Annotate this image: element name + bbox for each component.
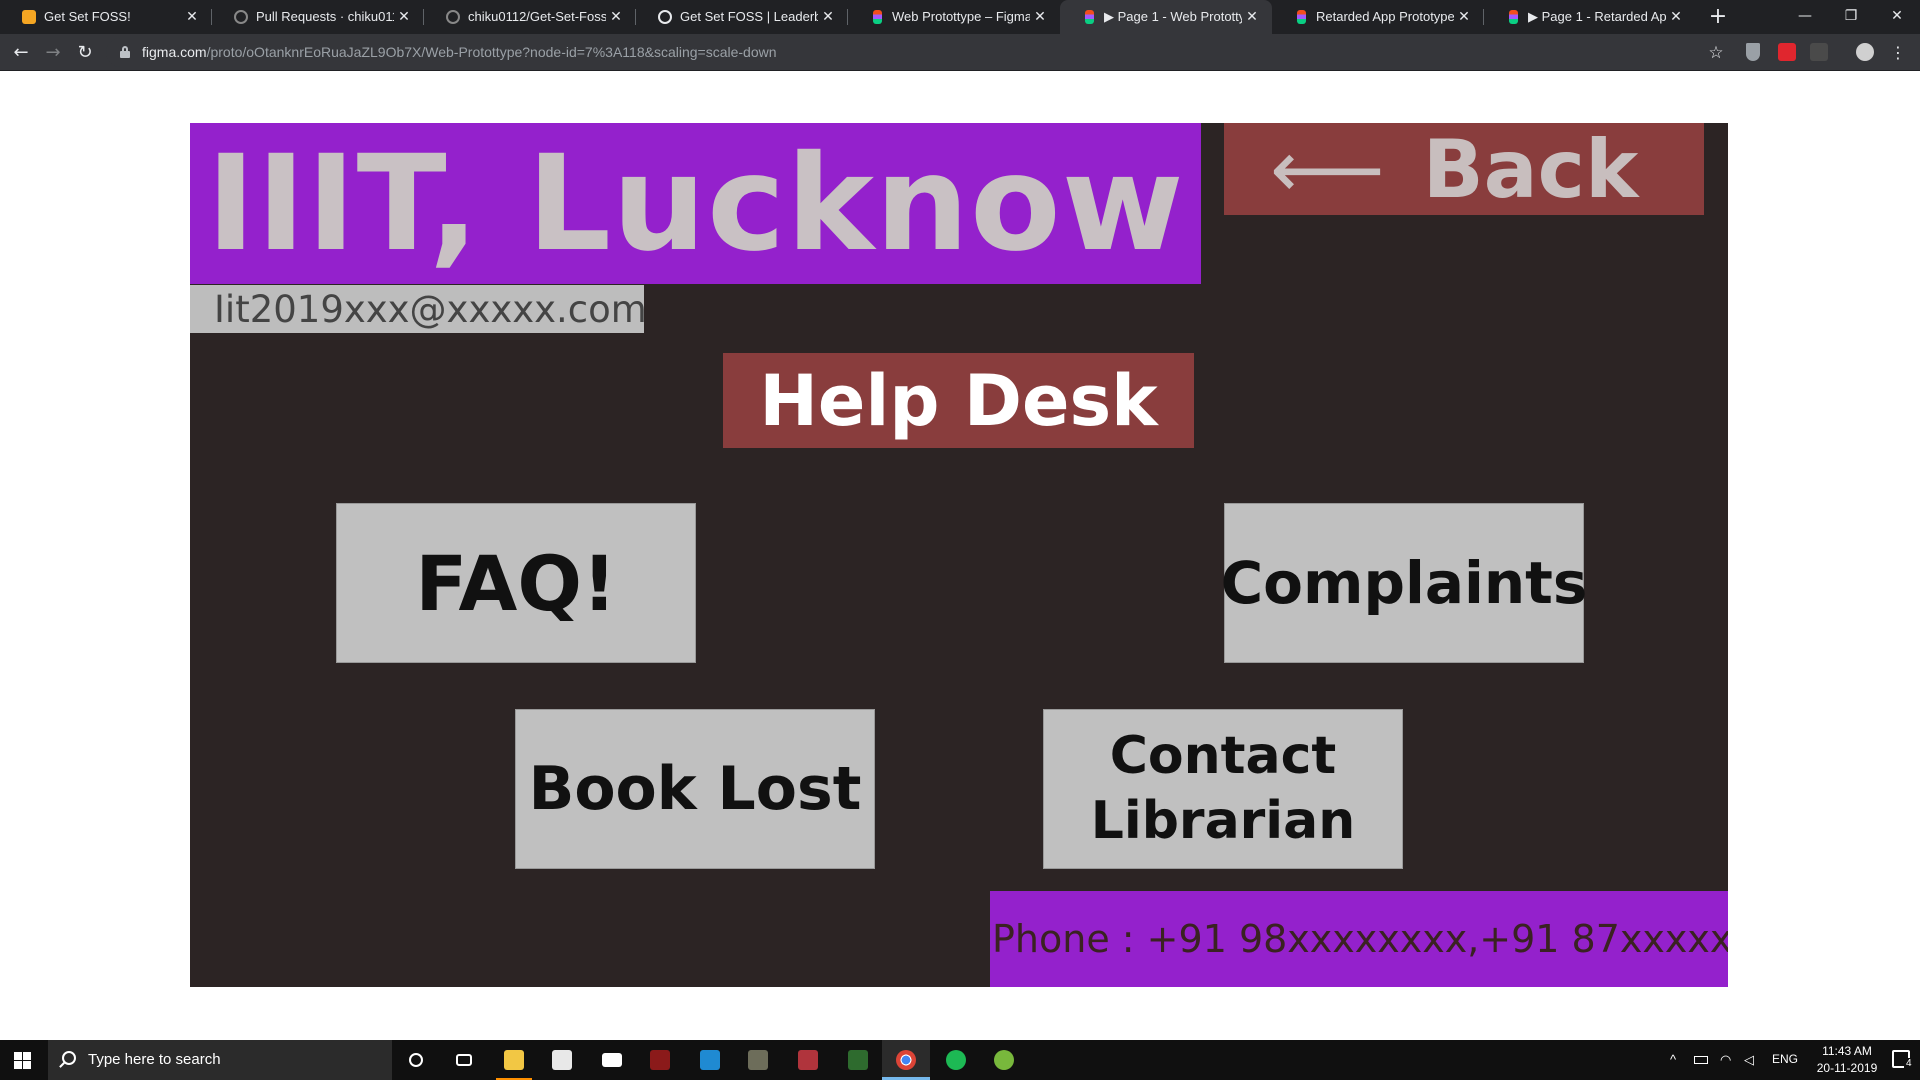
github-icon — [234, 10, 248, 24]
tab-title: Retarded App Prototype – F — [1316, 10, 1454, 24]
app-icon[interactable] — [784, 1040, 832, 1080]
app-icon[interactable] — [636, 1040, 684, 1080]
browser-tab-strip: Get Set FOSS! ✕ Pull Requests · chiku011… — [0, 0, 1920, 34]
browser-tab[interactable]: Get Set FOSS | Leaderboard ✕ — [636, 0, 848, 34]
user-email: Iit2019xxx@xxxxx.com — [190, 285, 647, 333]
utorrent-icon[interactable] — [980, 1040, 1028, 1080]
browser-tab-active[interactable]: ▶ Page 1 - Web Protottype ✕ — [1060, 0, 1272, 34]
windows-start-icon[interactable] — [14, 1052, 31, 1069]
file-explorer-icon[interactable] — [490, 1040, 538, 1080]
task-view-icon[interactable] — [440, 1040, 488, 1080]
phone-contact: Phone : +91 98xxxxxxxx,+91 87xxxxxxxx — [990, 891, 1728, 987]
bookmark-star-icon[interactable]: ☆ — [1704, 41, 1728, 65]
notification-count: 4 — [1904, 1058, 1914, 1069]
forward-nav-icon[interactable]: → — [41, 41, 65, 65]
chrome-icon[interactable] — [882, 1040, 930, 1080]
store-icon[interactable] — [538, 1040, 586, 1080]
tab-close-icon[interactable]: ✕ — [396, 8, 412, 24]
windows-taskbar: Type here to search ^ ◠ ◁ ENG 11:43 AM 2… — [0, 1040, 1920, 1080]
browser-tab[interactable]: chiku0112/Get-Set-Foss_De ✕ — [424, 0, 636, 34]
tab-title: Get Set FOSS | Leaderboard — [680, 10, 818, 24]
vscode-icon[interactable] — [686, 1040, 734, 1080]
tab-close-icon[interactable]: ✕ — [1244, 8, 1260, 24]
back-button[interactable]: ⟵ Back — [1224, 123, 1704, 216]
browser-tab[interactable]: Pull Requests · chiku0112/G ✕ — [212, 0, 424, 34]
contact-label-line1: Contact — [1109, 726, 1337, 786]
tab-close-icon[interactable]: ✕ — [1668, 8, 1684, 24]
figma-icon — [1509, 10, 1518, 24]
tab-close-icon[interactable]: ✕ — [184, 8, 200, 24]
profile-avatar[interactable] — [1856, 43, 1874, 61]
contact-librarian-button[interactable]: Contact Librarian — [1043, 709, 1403, 869]
get-set-foss-favicon-icon — [22, 10, 36, 24]
window-close-button[interactable]: ✕ — [1882, 4, 1912, 28]
taskbar-search-input[interactable]: Type here to search — [48, 1040, 392, 1080]
back-arrow-icon: ⟵ — [1270, 123, 1385, 216]
chrome-menu-icon[interactable]: ⋮ — [1886, 41, 1910, 65]
wifi-icon[interactable]: ◠ — [1720, 1052, 1731, 1068]
language-indicator[interactable]: ENG — [1772, 1052, 1798, 1066]
section-heading: Help Desk — [723, 353, 1194, 448]
system-tray: ^ ◠ ◁ ENG 11:43 AM 20-11-2019 4 — [1660, 1040, 1920, 1080]
youtube-extension-icon[interactable] — [1778, 43, 1796, 61]
minimize-button[interactable]: — — [1790, 4, 1820, 28]
cortana-icon[interactable] — [392, 1040, 440, 1080]
browser-toolbar: ← → ↻ figma.com/proto/oOtanknrEoRuaJaZL9… — [0, 34, 1920, 71]
tab-title: Pull Requests · chiku0112/G — [256, 10, 394, 24]
clock-date: 20-11-2019 — [1816, 1061, 1878, 1075]
back-nav-icon[interactable]: ← — [9, 41, 33, 65]
url-host: figma.com — [142, 44, 207, 60]
page-title: IIIT, Lucknow — [190, 123, 1201, 284]
back-label: Back — [1422, 123, 1639, 216]
globe-icon — [658, 10, 672, 24]
figma-icon — [1085, 10, 1094, 24]
prototype-frame: IIIT, Lucknow ⟵ Back Iit2019xxx@xxxxx.co… — [190, 123, 1728, 987]
tab-title: ▶ Page 1 - Retarded App P — [1528, 10, 1666, 24]
mail-icon[interactable] — [588, 1040, 636, 1080]
search-placeholder: Type here to search — [88, 1051, 221, 1068]
url-text[interactable]: figma.com/proto/oOtanknrEoRuaJaZL9Ob7X/W… — [142, 44, 777, 60]
tab-close-icon[interactable]: ✕ — [1456, 8, 1472, 24]
clock[interactable]: 11:43 AM 20-11-2019 — [1812, 1043, 1882, 1077]
extension-icon[interactable] — [1810, 43, 1828, 61]
github-icon — [446, 10, 460, 24]
browser-tab[interactable]: ▶ Page 1 - Retarded App P ✕ — [1484, 0, 1696, 34]
volume-icon[interactable]: ◁ — [1744, 1052, 1754, 1068]
spotify-icon[interactable] — [932, 1040, 980, 1080]
restore-button[interactable]: ❐ — [1836, 4, 1866, 28]
faq-button[interactable]: FAQ! — [336, 503, 696, 663]
book-lost-button[interactable]: Book Lost — [515, 709, 875, 869]
app-icon[interactable] — [834, 1040, 882, 1080]
battery-icon[interactable] — [1694, 1056, 1708, 1064]
tab-title: Get Set FOSS! — [44, 10, 131, 24]
contact-label-line2: Librarian — [1090, 791, 1356, 851]
browser-tab[interactable]: Get Set FOSS! ✕ — [0, 0, 212, 34]
shield-extension-icon[interactable] — [1746, 43, 1760, 61]
browser-tab[interactable]: Web Protottype – Figma ✕ — [848, 0, 1060, 34]
tab-close-icon[interactable]: ✕ — [820, 8, 836, 24]
tab-title: ▶ Page 1 - Web Protottype — [1104, 10, 1242, 24]
lock-icon[interactable] — [120, 46, 130, 58]
search-icon — [62, 1051, 76, 1065]
url-path: /proto/oOtanknrEoRuaJaZL9Ob7X/Web-Protot… — [206, 44, 777, 60]
complaints-button[interactable]: Complaints — [1221, 503, 1587, 663]
tray-chevron-icon[interactable]: ^ — [1670, 1052, 1676, 1067]
figma-icon — [1297, 10, 1306, 24]
reload-icon[interactable]: ↻ — [73, 41, 97, 65]
tab-title: Web Protottype – Figma — [892, 10, 1030, 24]
tab-close-icon[interactable]: ✕ — [608, 8, 624, 24]
clock-time: 11:43 AM — [1822, 1044, 1872, 1058]
new-tab-button[interactable]: + — [1706, 5, 1730, 29]
tab-title: chiku0112/Get-Set-Foss_De — [468, 10, 606, 24]
figma-icon — [873, 10, 882, 24]
address-bar[interactable]: figma.com/proto/oOtanknrEoRuaJaZL9Ob7X/W… — [106, 38, 1786, 67]
browser-tab[interactable]: Retarded App Prototype – F ✕ — [1272, 0, 1484, 34]
tab-close-icon[interactable]: ✕ — [1032, 8, 1048, 24]
mw-icon[interactable] — [734, 1040, 782, 1080]
